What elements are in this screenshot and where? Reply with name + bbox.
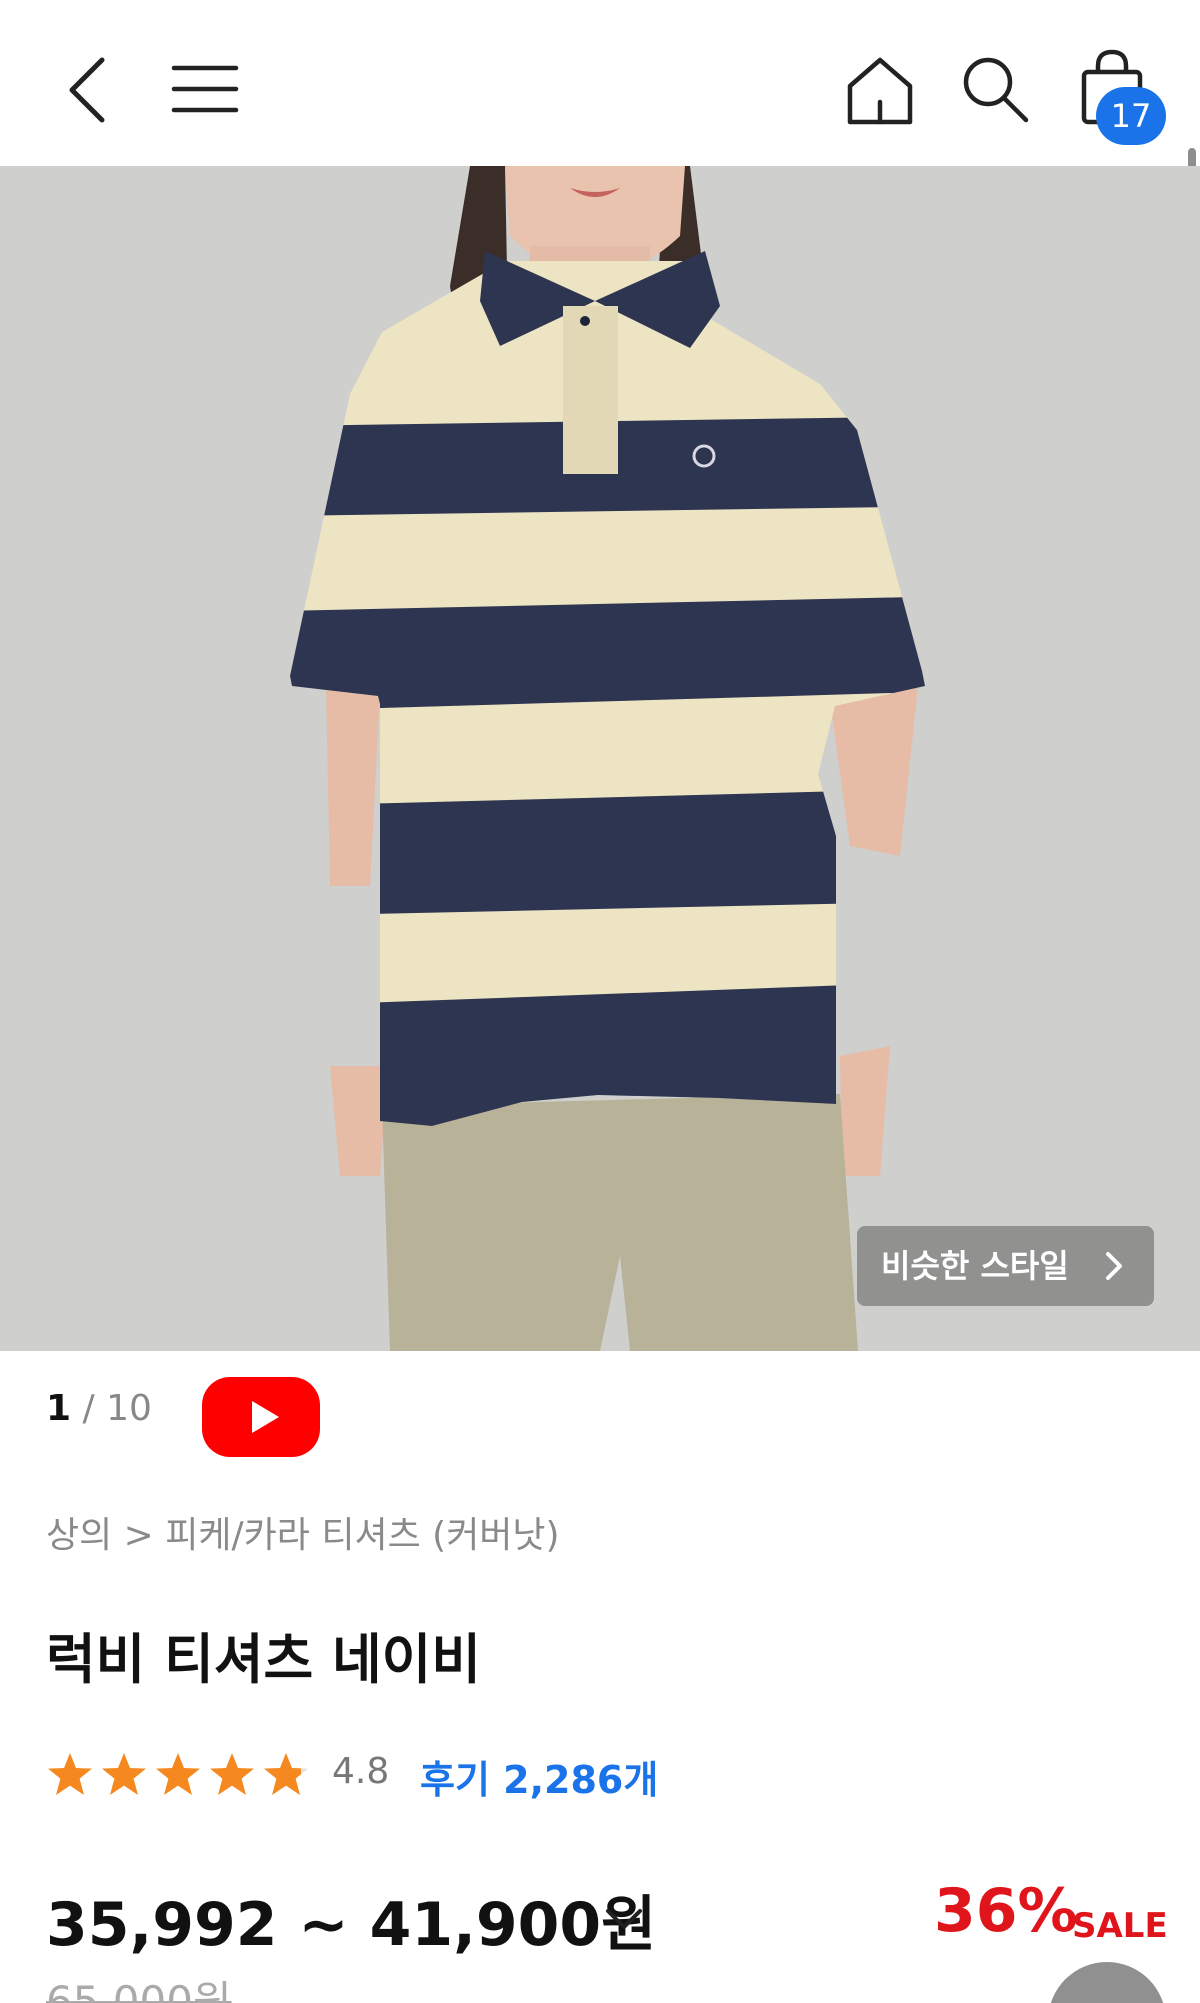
image-counter-current: 1 (46, 1388, 72, 1429)
cart-count-badge[interactable]: 17 (1096, 87, 1166, 145)
star-icon (48, 1753, 92, 1795)
product-photo (0, 166, 1200, 1351)
search-icon[interactable] (958, 52, 1030, 124)
home-icon[interactable] (842, 52, 918, 128)
original-price: 65,000원 (46, 1977, 232, 2003)
play-triangle-icon (252, 1401, 279, 1433)
top-header: 17 (0, 0, 1200, 166)
star-half-icon (264, 1753, 308, 1795)
product-title: 럭비 티셔츠 네이비 (46, 1628, 482, 1691)
star-icon (102, 1753, 146, 1795)
star-icon (156, 1753, 200, 1795)
chevron-right-icon (1106, 1252, 1122, 1280)
price-range: 35,992 ~ 41,900원 (46, 1890, 657, 1960)
floating-action-button[interactable] (1048, 1962, 1166, 2003)
hamburger-menu-icon[interactable] (170, 62, 240, 116)
image-counter: 1 / 10 (46, 1388, 152, 1429)
reviews-link[interactable]: 후기 2,286개 (420, 1749, 658, 1804)
chevron-left-icon[interactable] (58, 52, 118, 128)
product-image-gallery[interactable]: 비슷한 스타일 (0, 166, 1200, 1351)
discount-percent: 36% (934, 1876, 1078, 1946)
sale-label: SALE (1072, 1906, 1168, 1946)
rating-value: 4.8 (332, 1751, 390, 1792)
youtube-play-icon[interactable] (202, 1377, 320, 1457)
image-counter-total: / 10 (82, 1388, 152, 1429)
similar-style-button[interactable]: 비슷한 스타일 (857, 1226, 1154, 1306)
star-icon (210, 1753, 254, 1795)
similar-style-label: 비슷한 스타일 (881, 1247, 1069, 1285)
category-breadcrumb[interactable]: 상의 > 피케/카라 티셔츠 (커버낫) (46, 1506, 560, 1558)
chevron-down-icon[interactable] (602, 1903, 646, 1933)
